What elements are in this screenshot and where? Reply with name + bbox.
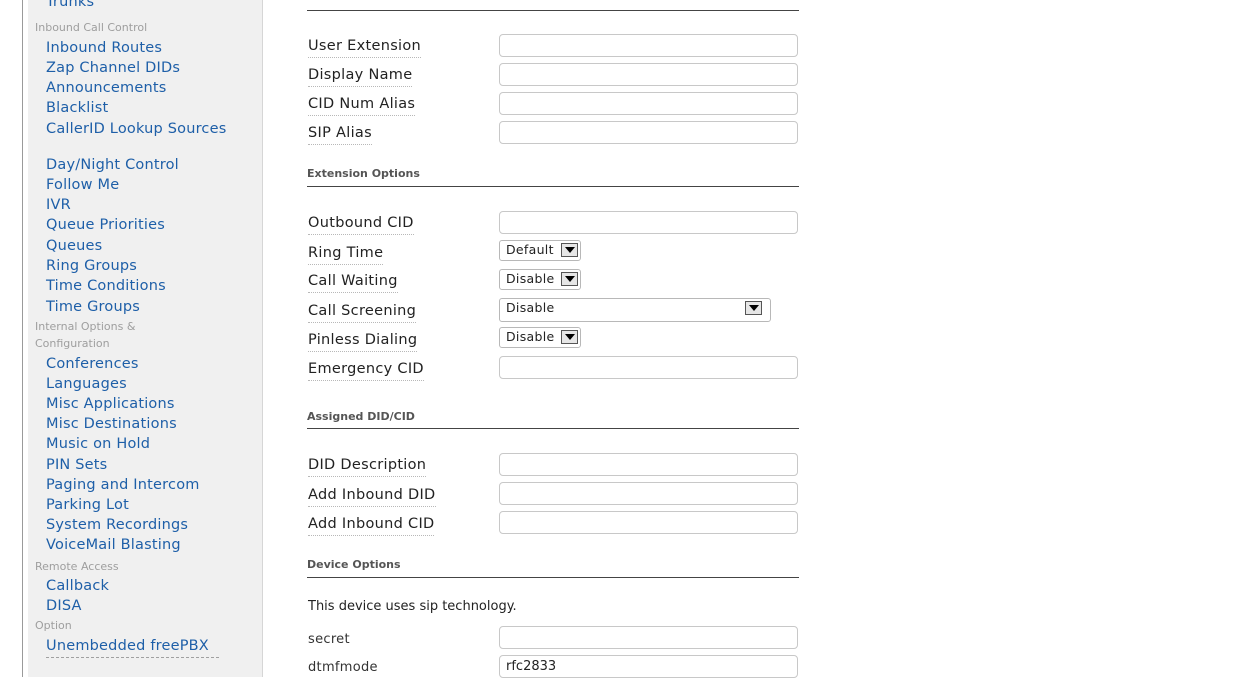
call-waiting-label: Call Waiting [308, 273, 398, 293]
ring-time-select[interactable]: Default [499, 240, 581, 261]
sidebar-item-ivr[interactable]: IVR [46, 197, 71, 214]
sidebar-item-trunks[interactable]: Trunks [46, 0, 94, 11]
sidebar-category-inbound-call-control: Inbound Call Control [35, 21, 148, 34]
sidebar-item-time-groups[interactable]: Time Groups [46, 299, 140, 316]
sidebar-item-pin-sets[interactable]: PIN Sets [46, 457, 107, 474]
sidebar-item-music-on-hold[interactable]: Music on Hold [46, 436, 150, 453]
pinless-dialing-value: Disable [506, 329, 555, 344]
sidebar-item-callerid-lookup-sources[interactable]: CallerID Lookup Sources [46, 121, 236, 138]
sidebar-item-inbound-routes[interactable]: Inbound Routes [46, 40, 162, 57]
sidebar-item-voicemail-blasting[interactable]: VoiceMail Blasting [46, 537, 181, 554]
did-description-label: DID Description [308, 457, 427, 477]
call-waiting-value: Disable [506, 271, 555, 286]
add-inbound-cid-input[interactable] [499, 511, 798, 534]
dtmfmode-input[interactable] [499, 655, 798, 678]
device-technology-note: This device uses sip technology. [308, 599, 517, 614]
sidebar-item-zap-channel-dids[interactable]: Zap Channel DIDs [46, 60, 180, 77]
secret-input[interactable] [499, 626, 798, 649]
add-inbound-cid-label: Add Inbound CID [308, 516, 435, 536]
device-options-heading: Device Options [307, 558, 401, 571]
sidebar-category-option: Option [35, 619, 72, 632]
emergency-cid-label: Emergency CID [308, 361, 424, 381]
pinless-dialing-label: Pinless Dialing [308, 332, 418, 352]
sidebar-item-follow-me[interactable]: Follow Me [46, 177, 119, 194]
add-inbound-did-label: Add Inbound DID [308, 487, 436, 507]
outbound-cid-input[interactable] [499, 211, 798, 234]
did-description-input[interactable] [499, 453, 798, 476]
sidebar-category-remote-access: Remote Access [35, 560, 119, 573]
sip-alias-input[interactable] [499, 121, 798, 144]
sidebar-item-time-conditions[interactable]: Time Conditions [46, 278, 166, 295]
sidebar-item-queue-priorities[interactable]: Queue Priorities [46, 217, 165, 234]
chevron-down-icon[interactable] [561, 272, 578, 286]
sidebar-category-internal-options: Internal Options & Configuration [35, 320, 136, 350]
call-screening-label: Call Screening [308, 303, 417, 323]
pinless-dialing-select[interactable]: Disable [499, 327, 581, 348]
add-inbound-did-input[interactable] [499, 482, 798, 505]
assigned-did-cid-heading: Assigned DID/CID [307, 410, 415, 423]
secret-label: secret [308, 632, 350, 647]
ring-time-value: Default [506, 242, 554, 257]
chevron-down-icon[interactable] [745, 301, 762, 315]
sidebar-item-parking-lot[interactable]: Parking Lot [46, 497, 129, 514]
extension-form: User Extension Display Name CID Num Alia… [262, 0, 1245, 678]
section-divider [307, 577, 799, 578]
window-edge [22, 0, 23, 677]
sidebar-item-callback[interactable]: Callback [46, 578, 109, 595]
chevron-down-icon[interactable] [561, 243, 578, 257]
section-divider [307, 10, 799, 11]
extension-options-heading: Extension Options [307, 167, 420, 180]
display-name-label: Display Name [308, 67, 413, 87]
sidebar-item-system-recordings[interactable]: System Recordings [46, 517, 188, 534]
sidebar-item-announcements[interactable]: Announcements [46, 80, 167, 97]
user-extension-label: User Extension [308, 38, 422, 58]
sidebar-item-paging-and-intercom[interactable]: Paging and Intercom [46, 477, 200, 494]
sidebar-item-ring-groups[interactable]: Ring Groups [46, 258, 137, 275]
call-screening-select[interactable]: Disable [499, 298, 771, 322]
call-waiting-select[interactable]: Disable [499, 269, 581, 290]
sidebar-item-languages[interactable]: Languages [46, 376, 127, 393]
sip-alias-label: SIP Alias [308, 125, 372, 145]
sidebar-item-disa[interactable]: DISA [46, 598, 82, 615]
sidebar-item-conferences[interactable]: Conferences [46, 356, 139, 373]
sidebar-item-misc-applications[interactable]: Misc Applications [46, 396, 175, 413]
emergency-cid-input[interactable] [499, 356, 798, 379]
section-divider [307, 428, 799, 429]
sidebar-item-unembedded-freepbx[interactable]: Unembedded freePBX [46, 638, 219, 658]
outbound-cid-label: Outbound CID [308, 215, 414, 235]
display-name-input[interactable] [499, 63, 798, 86]
sidebar-item-queues[interactable]: Queues [46, 238, 102, 255]
sidebar-item-misc-destinations[interactable]: Misc Destinations [46, 416, 177, 433]
ring-time-label: Ring Time [308, 245, 384, 265]
section-divider [307, 186, 799, 187]
sidebar-nav: Trunks Inbound Call Control Inbound Rout… [28, 0, 263, 677]
cid-num-alias-input[interactable] [499, 92, 798, 115]
call-screening-value: Disable [506, 300, 555, 315]
sidebar-item-blacklist[interactable]: Blacklist [46, 100, 108, 117]
dtmfmode-label: dtmfmode [308, 660, 378, 675]
cid-num-alias-label: CID Num Alias [308, 96, 416, 116]
chevron-down-icon[interactable] [561, 330, 578, 344]
user-extension-input[interactable] [499, 34, 798, 57]
sidebar-item-day-night-control[interactable]: Day/Night Control [46, 157, 179, 174]
